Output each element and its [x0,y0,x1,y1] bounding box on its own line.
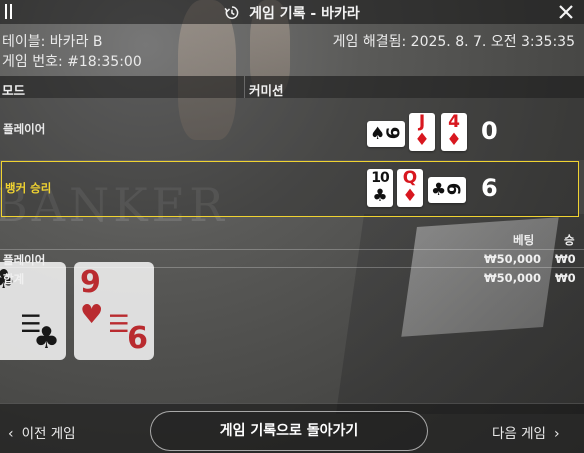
title-wrap: 게임 기록 - 바카라 [0,3,584,23]
bet-divider [0,267,584,268]
history-icon [224,6,239,20]
banker-card-1: 10 ♣ [367,169,393,207]
game-history-panel: 게임 기록 - 바카라 테이블: 바카라 B 게임 해결됨: 2025. 8. … [0,0,584,453]
bet-divider [0,249,584,250]
resolved-time: 게임 해결됨: 2025. 8. 7. 오전 3:35:35 [332,34,575,50]
player-card-2: J ♦ [409,113,435,151]
table-name: 테이블: 바카라 B [2,34,103,50]
column-divider [244,76,245,98]
total-row-amount: ₩50,000 [484,271,542,285]
prev-game-button[interactable]: ‹ 이전 게임 [8,422,76,442]
close-icon[interactable] [558,4,574,20]
mode-column-label: 모드 [2,83,26,98]
banker-win-label: 뱅커 승리 [5,181,52,195]
banker-score: 6 [481,174,498,202]
player-card-1: ♠ 9 [367,121,405,147]
player-card-3: 4 ♦ [441,113,467,151]
footer-divider [0,403,584,404]
commission-column-label: 커미션 [249,83,284,98]
banker-card-3: ♣ 6 [428,177,466,203]
player-score: 0 [481,117,498,145]
page-title: 게임 기록 - 바카라 [249,6,360,22]
next-game-label: 다음 게임 [492,426,546,442]
bet-row-amount: ₩50,000 [484,252,542,266]
chevron-right-icon: › [553,426,560,442]
total-row-label: 합계 [3,272,25,286]
chevron-left-icon: ‹ [8,426,14,442]
win-column-label: 승 [564,233,575,247]
bet-column-label: 베팅 [513,233,535,247]
title-bar: 게임 기록 - 바카라 [0,0,584,24]
bet-row-label: 플레이어 [3,253,46,267]
game-number: 게임 번호: #18:35:00 [2,54,142,70]
banker-card-2: Q ♦ [397,169,423,207]
total-row-win: ₩0 [555,271,576,285]
bet-row-win: ₩0 [555,252,576,266]
prev-game-label: 이전 게임 [21,426,76,442]
next-game-button[interactable]: 다음 게임 › [492,422,560,442]
back-to-history-button[interactable]: 게임 기록으로 돌아가기 [150,411,428,451]
player-hand-label: 플레이어 [3,122,46,136]
column-header: 모드 커미션 [0,76,584,98]
